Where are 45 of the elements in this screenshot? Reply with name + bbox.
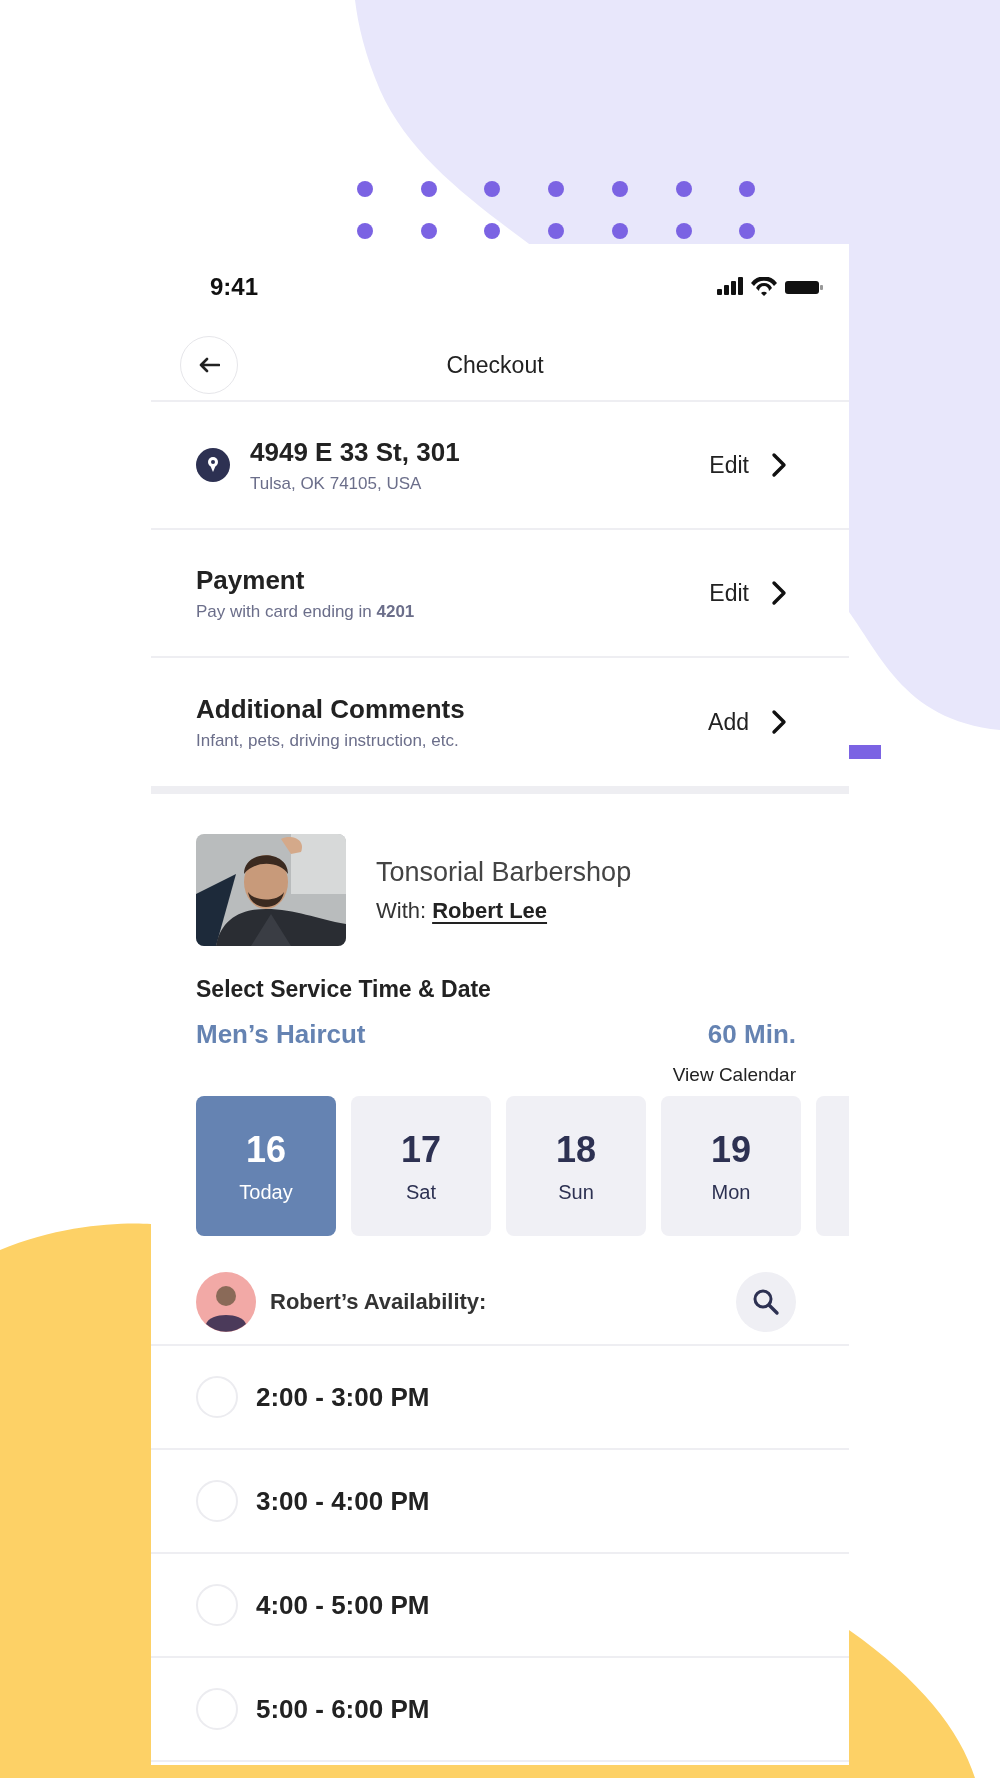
avatar bbox=[196, 1272, 256, 1332]
view-calendar-link[interactable]: View Calendar bbox=[672, 1064, 796, 1086]
row-subtitle: Tulsa, OK 74105, USA bbox=[250, 473, 423, 494]
slot-time: 5:00 - 6:00 PM bbox=[256, 1693, 430, 1725]
signal-icon bbox=[717, 277, 743, 297]
date-card[interactable]: 17 Sat bbox=[351, 1096, 491, 1236]
row-title: Additional Comments bbox=[196, 693, 466, 725]
date-card[interactable]: 19 Mon bbox=[661, 1096, 801, 1236]
time-slot[interactable]: 4:00 - 5:00 PM bbox=[151, 1554, 849, 1658]
date-card[interactable]: 18 Sun bbox=[506, 1096, 646, 1236]
row-subtitle: Infant, pets, driving instruction, etc. bbox=[196, 730, 460, 751]
location-pin-icon bbox=[196, 448, 230, 482]
accent-bar bbox=[849, 745, 881, 759]
checkout-row[interactable]: 4949 E 33 St, 301 Tulsa, OK 74105, USA Edit bbox=[151, 402, 849, 530]
battery-icon bbox=[785, 280, 823, 294]
row-title: Payment bbox=[196, 564, 306, 596]
wifi-icon bbox=[751, 277, 777, 297]
row-action-link[interactable]: Add bbox=[708, 708, 749, 736]
back-arrow-icon bbox=[198, 357, 220, 373]
checkout-row[interactable]: Payment Pay with card ending in 4201 Edit bbox=[151, 530, 849, 658]
time-slot[interactable]: 5:00 - 6:00 PM bbox=[151, 1658, 849, 1762]
row-action-link[interactable]: Edit bbox=[709, 579, 749, 607]
slot-time: 3:00 - 4:00 PM bbox=[256, 1485, 430, 1517]
chevron-right-icon bbox=[771, 580, 787, 606]
row-action-link[interactable]: Edit bbox=[709, 451, 749, 479]
row-subtitle: Pay with card ending in 4201 bbox=[196, 601, 416, 622]
time-slot[interactable]: 2:00 - 3:00 PM bbox=[151, 1346, 849, 1450]
service-duration: 60 Min. bbox=[707, 1019, 796, 1050]
shop-name: Tonsorial Barbershop bbox=[376, 856, 632, 888]
time-slot[interactable]: 3:00 - 4:00 PM bbox=[151, 1450, 849, 1554]
search-icon bbox=[752, 1288, 780, 1316]
row-title: 4949 E 33 St, 301 bbox=[250, 436, 461, 468]
with-label: With: bbox=[376, 897, 427, 924]
date-card[interactable]: 16 Today bbox=[196, 1096, 336, 1236]
availability-label: Robert’s Availability: bbox=[270, 1289, 488, 1315]
checkout-row[interactable]: Additional Comments Infant, pets, driving instruction, etc. Add bbox=[151, 658, 849, 794]
slot-time: 4:00 - 5:00 PM bbox=[256, 1589, 430, 1621]
barber-link[interactable]: Robert Lee bbox=[432, 897, 548, 924]
screen-title: Checkout bbox=[445, 351, 545, 379]
status-time: 9:41 bbox=[210, 273, 259, 301]
slot-time: 2:00 - 3:00 PM bbox=[256, 1381, 430, 1413]
service-name: Men’s Haircut bbox=[196, 1019, 366, 1050]
section-heading: Select Service Time & Date bbox=[195, 975, 492, 1003]
chevron-right-icon bbox=[771, 452, 787, 478]
chevron-right-icon bbox=[771, 709, 787, 735]
